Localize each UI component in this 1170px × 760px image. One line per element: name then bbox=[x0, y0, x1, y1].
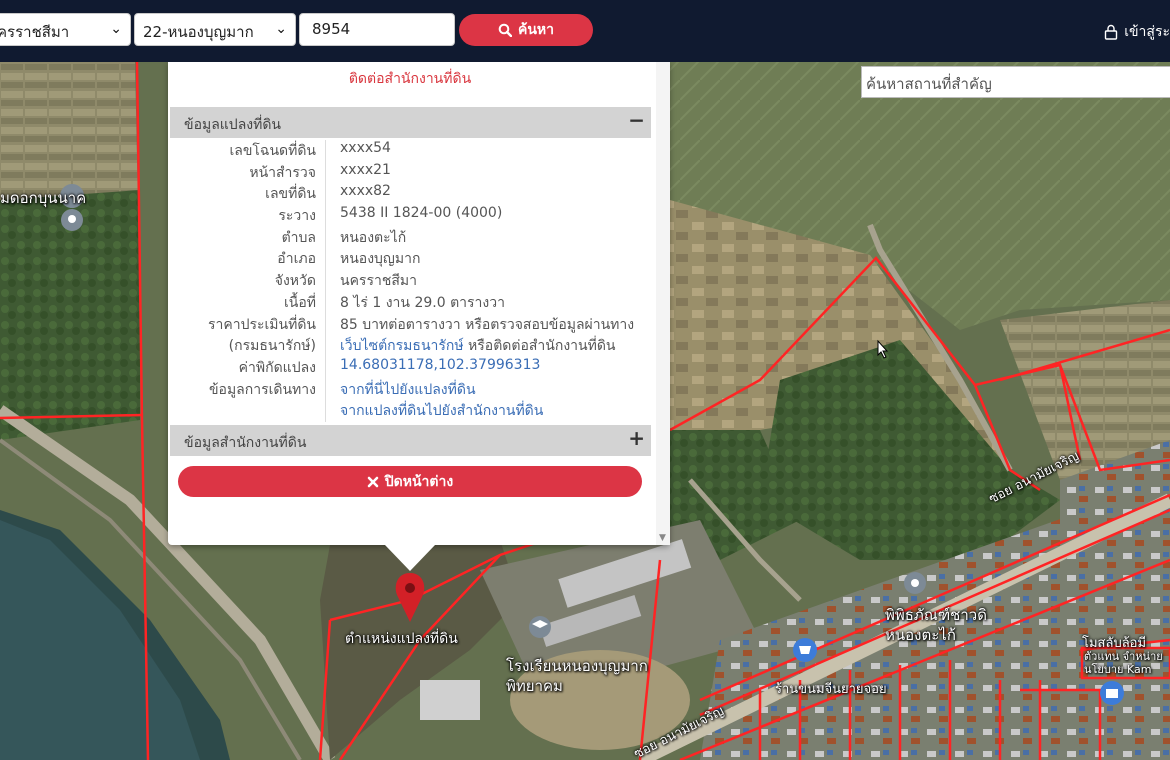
row-label: ค่าพิกัดแปลง bbox=[238, 359, 316, 376]
row-value: 8 ไร่ 1 งาน 29.0 ตารางวา bbox=[340, 294, 505, 311]
map-label-east-poi2: ตัวแทน จำหน่าย นโยบาย Kam bbox=[1084, 650, 1163, 676]
scroll-down-icon[interactable]: ▼ bbox=[659, 533, 666, 543]
popup-scrollbar[interactable]: ▼ bbox=[656, 62, 670, 545]
row-label: ราคาประเมินที่ดิน bbox=[207, 316, 316, 333]
info-row-map-sheet: ระวาง 5438 II 1824-00 (4000) bbox=[170, 203, 651, 225]
info-row-survey-page: หน้าสำรวจ xxxx21 bbox=[170, 160, 651, 182]
museum-pin-icon[interactable] bbox=[904, 572, 926, 594]
row-value: นครราชสีมา bbox=[340, 273, 417, 290]
info-row-land-number: เลขที่ดิน xxxx82 bbox=[170, 181, 651, 203]
map-label-school: โรงเรียนหนองบุญมาก พิทยาคม bbox=[506, 657, 648, 695]
collapse-icon[interactable]: − bbox=[628, 108, 645, 132]
coordinates-link[interactable]: 14.68031178,102.37996313 bbox=[340, 357, 540, 373]
office-section-title: ข้อมูลสำนักงานที่ดิน bbox=[184, 435, 307, 451]
chevron-down-icon: ⌄ bbox=[110, 21, 122, 37]
lock-icon bbox=[1104, 24, 1118, 40]
row-label: ตำบล bbox=[281, 229, 316, 246]
row-value: 14.68031178,102.37996313 bbox=[340, 357, 540, 373]
district-select-value: 22-หนองบุญมาก bbox=[143, 23, 254, 41]
row-value: จากที่นี่ไปยังแปลงที่ดิน bbox=[340, 379, 476, 401]
row-label: (กรมธนารักษ์) bbox=[228, 338, 316, 355]
info-row-directions: ข้อมูลการเดินทาง จากที่นี่ไปยังแปลงที่ดิ… bbox=[170, 377, 651, 399]
info-row-appraisal-price: ราคาประเมินที่ดิน 85 บาทต่อตารางวา หรือต… bbox=[170, 312, 651, 334]
row-value: xxxx82 bbox=[340, 183, 391, 200]
place-search-input[interactable]: ค้นหาสถานที่สำคัญ bbox=[861, 66, 1170, 98]
school-pin-icon[interactable] bbox=[529, 616, 551, 638]
popup-pointer bbox=[385, 545, 435, 571]
shop-pin-icon[interactable] bbox=[793, 638, 817, 662]
parcel-info-table: เลขโฉนดที่ดิน xxxx54 หน้าสำรวจ xxxx21 เล… bbox=[170, 138, 651, 420]
map-label-shop: ร้านขนมจีนยายจอย bbox=[775, 682, 887, 697]
office-section-header[interactable]: ข้อมูลสำนักงานที่ดิน + bbox=[170, 425, 651, 456]
district-select[interactable]: 22-หนองบุญมาก ⌄ bbox=[134, 13, 296, 46]
row-value: 85 บาทต่อตารางวา หรือตรวจสอบข้อมูลผ่านทา… bbox=[340, 316, 635, 333]
popup-notice: ติดต่อสำนักงานที่ดิน bbox=[348, 71, 472, 87]
parcel-section-title: ข้อมูลแปลงที่ดิน bbox=[184, 117, 282, 133]
top-navigation-bar: ครราชสีมา ⌄ 22-หนองบุญมาก ⌄ 8954 ค้นหา เ… bbox=[0, 0, 1170, 62]
directions-to-parcel-link[interactable]: จากที่นี่ไปยังแปลงที่ดิน bbox=[340, 382, 476, 398]
map-label-temple: มดอกบุนนาค bbox=[0, 189, 87, 207]
row-value: จากแปลงที่ดินไปยังสำนักงานที่ดิน bbox=[340, 400, 543, 422]
close-button-label: ปิดหน้าต่าง bbox=[384, 473, 454, 490]
search-icon bbox=[498, 23, 512, 37]
row-label: ข้อมูลการเดินทาง bbox=[208, 381, 316, 398]
store-pin-icon[interactable] bbox=[1100, 681, 1124, 705]
province-select-value: ครราชสีมา bbox=[0, 23, 70, 41]
info-row-area: เนื้อที่ 8 ไร่ 1 งาน 29.0 ตารางวา bbox=[170, 290, 651, 312]
parcel-info-popup: ติดต่อสำนักงานที่ดิน ข้อมูลแปลงที่ดิน − … bbox=[168, 54, 670, 545]
row-label: จังหวัด bbox=[274, 273, 316, 290]
treasury-website-link[interactable]: เว็บไซต์กรมธนารักษ์ bbox=[340, 338, 464, 354]
row-value: หนองตะไก้ bbox=[340, 229, 407, 246]
login-link[interactable]: เข้าสู่ระ bbox=[1104, 21, 1170, 43]
close-icon bbox=[367, 476, 379, 487]
row-label: หน้าสำรวจ bbox=[249, 164, 316, 181]
parcel-marker-label: ตำแหน่งแปลงที่ดิน bbox=[345, 631, 458, 647]
info-row-subdistrict: ตำบล หนองตะไก้ bbox=[170, 225, 651, 247]
row-value: หนองบุญมาก bbox=[340, 251, 421, 268]
search-button-label: ค้นหา bbox=[517, 22, 555, 38]
row-value: 5438 II 1824-00 (4000) bbox=[340, 205, 503, 222]
row-value: xxxx54 bbox=[340, 140, 391, 156]
province-select[interactable]: ครราชสีมา ⌄ bbox=[0, 13, 131, 46]
expand-icon[interactable]: + bbox=[628, 426, 645, 450]
info-row-deed-number: เลขโฉนดที่ดิน xxxx54 bbox=[170, 138, 651, 160]
row-value: เว็บไซต์กรมธนารักษ์ หรือติดต่อสำนักงานที… bbox=[340, 335, 616, 357]
row-value-suffix: หรือติดต่อสำนักงานที่ดิน bbox=[463, 338, 616, 355]
info-row-treasury: (กรมธนารักษ์) เว็บไซต์กรมธนารักษ์ หรือติ… bbox=[170, 333, 651, 355]
close-popup-button[interactable]: ปิดหน้าต่าง bbox=[178, 466, 642, 497]
directions-to-office-link[interactable]: จากแปลงที่ดินไปยังสำนักงานที่ดิน bbox=[340, 403, 543, 419]
info-row-province: จังหวัด นครราชสีมา bbox=[170, 268, 651, 290]
search-button[interactable]: ค้นหา bbox=[459, 14, 593, 46]
info-row-directions-office: จากแปลงที่ดินไปยังสำนักงานที่ดิน bbox=[170, 398, 651, 420]
parcel-number-input[interactable]: 8954 bbox=[299, 13, 455, 46]
row-value: xxxx21 bbox=[340, 161, 391, 178]
info-row-coordinates: ค่าพิกัดแปลง 14.68031178,102.37996313 bbox=[170, 355, 651, 377]
info-row-district: อำเภอ หนองบุญมาก bbox=[170, 246, 651, 268]
row-label: อำเภอ bbox=[277, 251, 316, 268]
row-label: เลขที่ดิน bbox=[265, 186, 316, 203]
chevron-down-icon: ⌄ bbox=[275, 21, 287, 37]
row-label: เลขโฉนดที่ดิน bbox=[229, 143, 316, 159]
row-label: เนื้อที่ bbox=[284, 294, 316, 311]
map-label-museum: พิพิธภัณฑ์ชาวดิ หนองตะไก้ bbox=[885, 606, 987, 644]
row-label: ระวาง bbox=[278, 208, 316, 225]
parcel-section-header[interactable]: ข้อมูลแปลงที่ดิน − bbox=[170, 107, 651, 138]
login-label: เข้าสู่ระ bbox=[1124, 24, 1170, 40]
